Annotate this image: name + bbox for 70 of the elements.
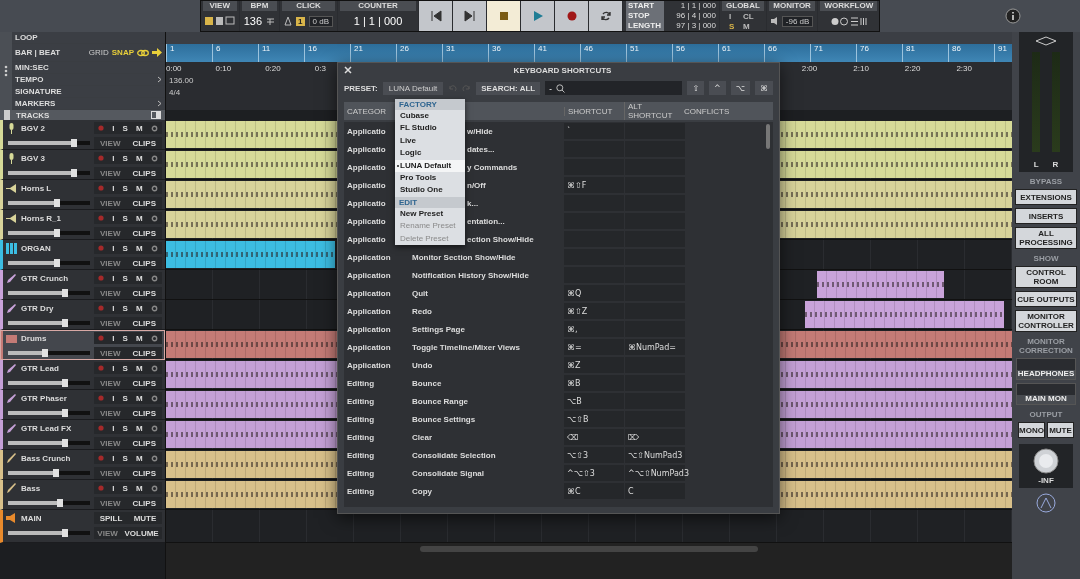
section-label: VIEW [202, 1, 237, 11]
category-cell: Applicatio [347, 126, 386, 136]
command-cell: Notification History Show/Hide [412, 270, 529, 280]
command-cell: Settings Page [412, 324, 465, 334]
category-cell: Applicatio [347, 144, 386, 154]
category-cell: Editing [347, 486, 375, 496]
menu-section-header: EDIT [395, 196, 465, 208]
category-cell: Applicatio [347, 234, 386, 244]
command-cell: Clear [412, 432, 432, 442]
category-cell: Editing [347, 468, 375, 478]
category-cell: Application [347, 342, 391, 352]
category-cell: Application [347, 306, 391, 316]
time-label: 0:00 [166, 63, 182, 73]
category-cell: Editing [347, 432, 375, 442]
section-label: MONITOR [768, 1, 816, 11]
command-cell: y Commands [467, 162, 518, 172]
command-cell: Bounce [412, 378, 442, 388]
command-cell: dates... [467, 144, 495, 154]
category-cell: Applicatio [347, 198, 386, 208]
menu-section-header: FACTORY [395, 99, 465, 110]
command-cell: Copy [412, 486, 432, 496]
signature-value: 4/4 [169, 87, 181, 97]
section-label: SHOW [1033, 254, 1059, 263]
category-cell: Editing [347, 450, 375, 460]
preset-label: PRESET: [344, 83, 378, 93]
command-cell: Monitor Section Show/Hide [412, 252, 516, 262]
category-cell: Application [347, 288, 391, 298]
section-label: COUNTER [340, 1, 416, 11]
command-cell: ection Show/Hide [467, 234, 534, 244]
time-label: 2:30 [956, 63, 972, 73]
channel-label: R [1052, 160, 1059, 169]
section-label: BPM [241, 1, 278, 11]
command-cell: Consolidate Signal [412, 468, 484, 478]
dialog-title: KEYBOARD SHORTCUTS [512, 65, 613, 75]
category-cell: Applicatio [347, 180, 386, 190]
section-label: CLICK [282, 1, 335, 11]
command-cell: Toggle Timeline/Mixer Views [412, 342, 521, 352]
category-cell: Application [347, 324, 391, 334]
section-label: OUTPUT [1029, 410, 1063, 419]
category-cell: Application [347, 360, 391, 370]
category-cell: Editing [347, 396, 375, 406]
command-cell: Bounce Settings [412, 414, 476, 424]
time-label: 2:20 [904, 63, 921, 73]
command-cell: Consolidate Selection [412, 450, 496, 460]
category-cell: Applicatio [347, 162, 386, 172]
time-label: 0:3 [314, 63, 326, 73]
section-label: GLOBAL [722, 1, 764, 11]
channel-label: L [1033, 160, 1039, 169]
command-cell: Quit [412, 288, 428, 298]
command-cell: w/Hide [467, 126, 493, 136]
category-cell: Editing [347, 378, 375, 388]
volume-value: -INF [1038, 475, 1054, 485]
command-cell: Undo [412, 360, 433, 370]
time-label: 2:00 [801, 63, 818, 73]
category-cell: Editing [347, 414, 375, 424]
category-cell: Applicatio [347, 216, 386, 226]
section-label: MONITOR CORRECTION [1018, 337, 1074, 355]
tempo-value: 136.00 [169, 75, 194, 85]
time-label: 2:10 [853, 63, 869, 73]
time-label: 0:10 [215, 63, 232, 73]
category-cell: Application [347, 252, 391, 262]
command-cell: Redo [412, 306, 432, 316]
command-cell: entation... [467, 216, 505, 226]
section-label: WORKFLOW [820, 1, 878, 11]
section-label: BYPASS [1029, 177, 1063, 186]
time-label: 0:20 [265, 63, 281, 73]
category-cell: Application [347, 270, 391, 280]
command-cell: Bounce Range [412, 396, 468, 406]
command-cell: k... [467, 198, 479, 208]
command-cell: n/Off [467, 180, 486, 190]
